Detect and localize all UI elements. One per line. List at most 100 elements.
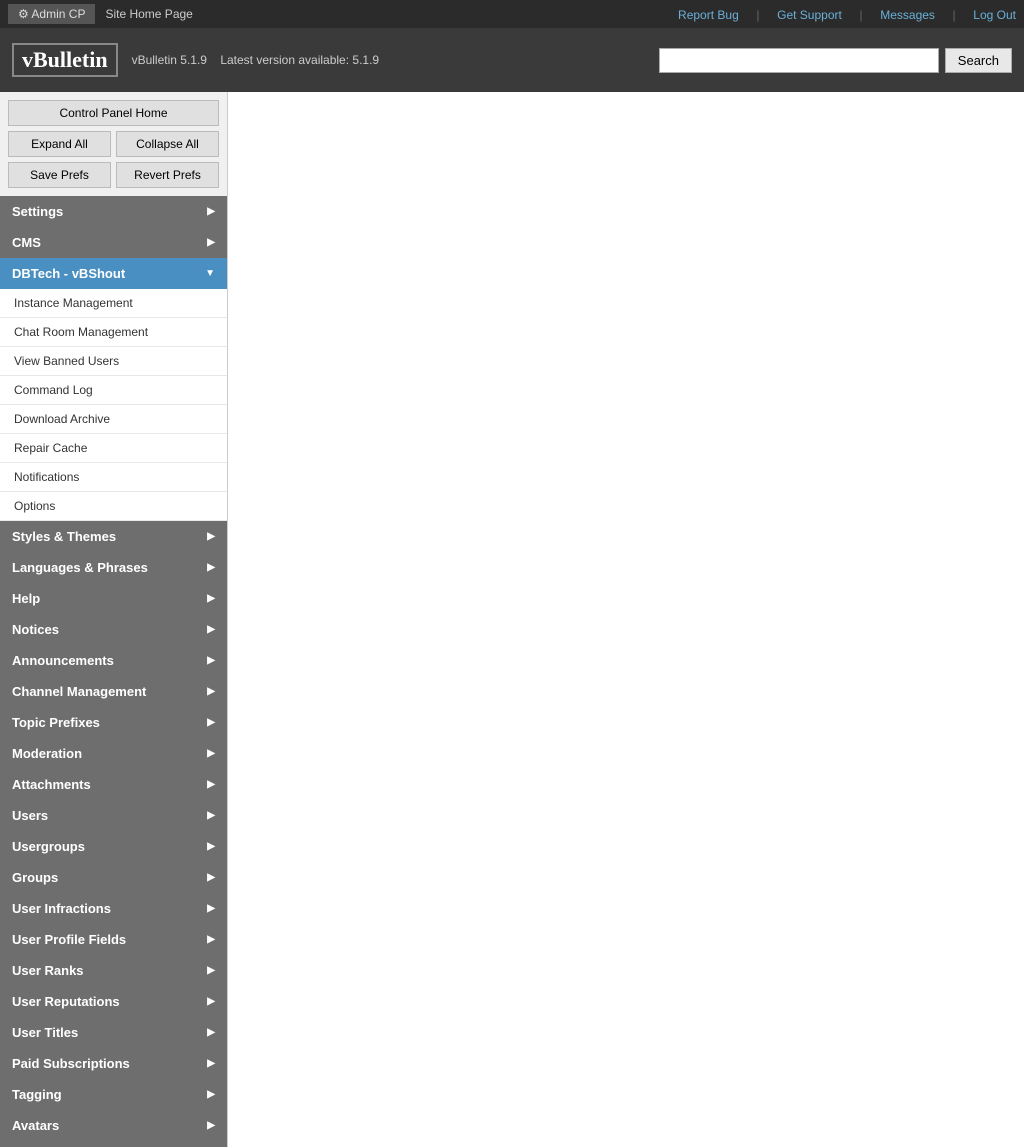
search-input[interactable] — [659, 48, 939, 73]
search-area: Search — [659, 48, 1012, 73]
chevron-icon-avatars: ▶ — [207, 1120, 215, 1131]
nav-section-user-reputations[interactable]: User Reputations ▶ — [0, 986, 227, 1017]
nav-section-label-channel-management: Channel Management — [12, 684, 146, 699]
admin-cp-button[interactable]: ⚙ Admin CP — [8, 4, 95, 24]
nav-section-groups[interactable]: Groups ▶ — [0, 862, 227, 893]
nav-section-settings[interactable]: Settings ▶ — [0, 196, 227, 227]
nav-section-label-settings: Settings — [12, 204, 63, 219]
sidebar: Control Panel Home Expand All Collapse A… — [0, 92, 228, 1147]
save-prefs-button[interactable]: Save Prefs — [8, 162, 111, 188]
header: vBulletin vBulletin 5.1.9 Latest version… — [0, 28, 1024, 92]
chevron-icon-user-infractions: ▶ — [207, 903, 215, 914]
nav-section-cms[interactable]: CMS ▶ — [0, 227, 227, 258]
chevron-icon-styles-themes: ▶ — [207, 531, 215, 542]
nav-section-user-ranks[interactable]: User Ranks ▶ — [0, 955, 227, 986]
nav-section-label-styles-themes: Styles & Themes — [12, 529, 116, 544]
chevron-icon-user-titles: ▶ — [207, 1027, 215, 1038]
nav-section-usergroups[interactable]: Usergroups ▶ — [0, 831, 227, 862]
nav-section-users[interactable]: Users ▶ — [0, 800, 227, 831]
nav-sub-item-dbtech-vbshout-1[interactable]: Chat Room Management — [0, 318, 227, 347]
main-content — [228, 92, 1024, 1147]
nav-sub-item-dbtech-vbshout-0[interactable]: Instance Management — [0, 289, 227, 318]
chevron-icon-dbtech-vbshout: ▼ — [205, 268, 215, 279]
chevron-icon-help: ▶ — [207, 593, 215, 604]
nav-section-label-user-profile-fields: User Profile Fields — [12, 932, 126, 947]
nav-section-label-languages-phrases: Languages & Phrases — [12, 560, 148, 575]
nav-section-channel-management[interactable]: Channel Management ▶ — [0, 676, 227, 707]
version-number: vBulletin 5.1.9 — [132, 53, 207, 67]
nav-section-label-paid-subscriptions: Paid Subscriptions — [12, 1056, 130, 1071]
nav-section-topic-prefixes[interactable]: Topic Prefixes▶ — [0, 707, 227, 738]
sidebar-top-buttons: Control Panel Home Expand All Collapse A… — [0, 92, 227, 196]
nav-section-label-attachments: Attachments — [12, 777, 91, 792]
nav-section-label-usergroups: Usergroups — [12, 839, 85, 854]
chevron-icon-announcements: ▶ — [207, 655, 215, 666]
top-bar: ⚙ Admin CP Site Home Page Report Bug | G… — [0, 0, 1024, 28]
nav-section-label-groups: Groups — [12, 870, 58, 885]
site-home-button[interactable]: Site Home Page — [95, 4, 202, 24]
chevron-icon-notices: ▶ — [207, 624, 215, 635]
version-info: vBulletin 5.1.9 Latest version available… — [132, 53, 659, 67]
nav-section-label-users: Users — [12, 808, 48, 823]
nav-section-notices[interactable]: Notices ▶ — [0, 614, 227, 645]
nav-section-label-announcements: Announcements — [12, 653, 114, 668]
layout: Control Panel Home Expand All Collapse A… — [0, 92, 1024, 1147]
nav-sections: Settings ▶ CMS ▶ DBTech - vBShout ▼ Instance M… — [0, 196, 227, 1147]
chevron-icon-groups: ▶ — [207, 872, 215, 883]
chevron-icon-users: ▶ — [207, 810, 215, 821]
nav-section-post-icons[interactable]: Post Icons▶ — [0, 1141, 227, 1147]
chevron-icon-tagging: ▶ — [207, 1089, 215, 1100]
nav-section-dbtech-vbshout[interactable]: DBTech - vBShout ▼ — [0, 258, 227, 289]
nav-section-label-user-reputations: User Reputations — [12, 994, 120, 1009]
report-bug-link[interactable]: Report Bug — [678, 8, 739, 22]
chevron-icon-usergroups: ▶ — [207, 841, 215, 852]
nav-section-styles-themes[interactable]: Styles & Themes ▶ — [0, 521, 227, 552]
nav-section-avatars[interactable]: Avatars ▶ — [0, 1110, 227, 1141]
nav-section-label-tagging: Tagging — [12, 1087, 62, 1102]
cp-home-button[interactable]: Control Panel Home — [8, 100, 219, 126]
collapse-all-button[interactable]: Collapse All — [116, 131, 219, 157]
chevron-icon-user-ranks: ▶ — [207, 965, 215, 976]
nav-section-languages-phrases[interactable]: Languages & Phrases ▶ — [0, 552, 227, 583]
expand-all-button[interactable]: Expand All — [8, 131, 111, 157]
nav-sub-item-dbtech-vbshout-3[interactable]: Command Log — [0, 376, 227, 405]
nav-section-tagging[interactable]: Tagging ▶ — [0, 1079, 227, 1110]
nav-section-label-avatars: Avatars — [12, 1118, 59, 1133]
chevron-icon-cms: ▶ — [207, 237, 215, 248]
nav-sub-item-dbtech-vbshout-6[interactable]: Notifications — [0, 463, 227, 492]
prefs-row: Save Prefs Revert Prefs — [8, 162, 219, 188]
messages-link[interactable]: Messages — [880, 8, 935, 22]
logout-link[interactable]: Log Out — [973, 8, 1016, 22]
revert-prefs-button[interactable]: Revert Prefs — [116, 162, 219, 188]
nav-section-label-user-infractions: User Infractions — [12, 901, 111, 916]
nav-section-label-dbtech-vbshout: DBTech - vBShout — [12, 266, 125, 281]
chevron-icon-user-profile-fields: ▶ — [207, 934, 215, 945]
logo: vBulletin — [12, 43, 118, 77]
nav-section-moderation[interactable]: Moderation▶ — [0, 738, 227, 769]
nav-section-announcements[interactable]: Announcements ▶ — [0, 645, 227, 676]
chevron-icon-settings: ▶ — [207, 206, 215, 217]
nav-sub-item-dbtech-vbshout-2[interactable]: View Banned Users — [0, 347, 227, 376]
nav-section-user-profile-fields[interactable]: User Profile Fields ▶ — [0, 924, 227, 955]
nav-section-attachments[interactable]: Attachments ▶ — [0, 769, 227, 800]
chevron-icon-channel-management: ▶ — [207, 686, 215, 697]
nav-section-label-cms: CMS — [12, 235, 41, 250]
nav-section-paid-subscriptions[interactable]: Paid Subscriptions ▶ — [0, 1048, 227, 1079]
nav-section-user-infractions[interactable]: User Infractions ▶ — [0, 893, 227, 924]
nav-section-label-moderation: Moderation — [12, 746, 82, 761]
chevron-icon-attachments: ▶ — [207, 779, 215, 790]
search-button[interactable]: Search — [945, 48, 1012, 73]
nav-section-label-user-ranks: User Ranks — [12, 963, 84, 978]
get-support-link[interactable]: Get Support — [777, 8, 842, 22]
chevron-icon-languages-phrases: ▶ — [207, 562, 215, 573]
nav-sub-item-dbtech-vbshout-4[interactable]: Download Archive — [0, 405, 227, 434]
nav-sub-item-dbtech-vbshout-5[interactable]: Repair Cache — [0, 434, 227, 463]
chevron-icon-user-reputations: ▶ — [207, 996, 215, 1007]
nav-section-user-titles[interactable]: User Titles ▶ — [0, 1017, 227, 1048]
nav-sub-item-dbtech-vbshout-7[interactable]: Options — [0, 492, 227, 521]
chevron-icon-topic-prefixes: ▶ — [207, 717, 215, 728]
nav-section-label-user-titles: User Titles — [12, 1025, 78, 1040]
nav-section-label-notices: Notices — [12, 622, 59, 637]
chevron-icon-paid-subscriptions: ▶ — [207, 1058, 215, 1069]
nav-section-help[interactable]: Help▶ — [0, 583, 227, 614]
